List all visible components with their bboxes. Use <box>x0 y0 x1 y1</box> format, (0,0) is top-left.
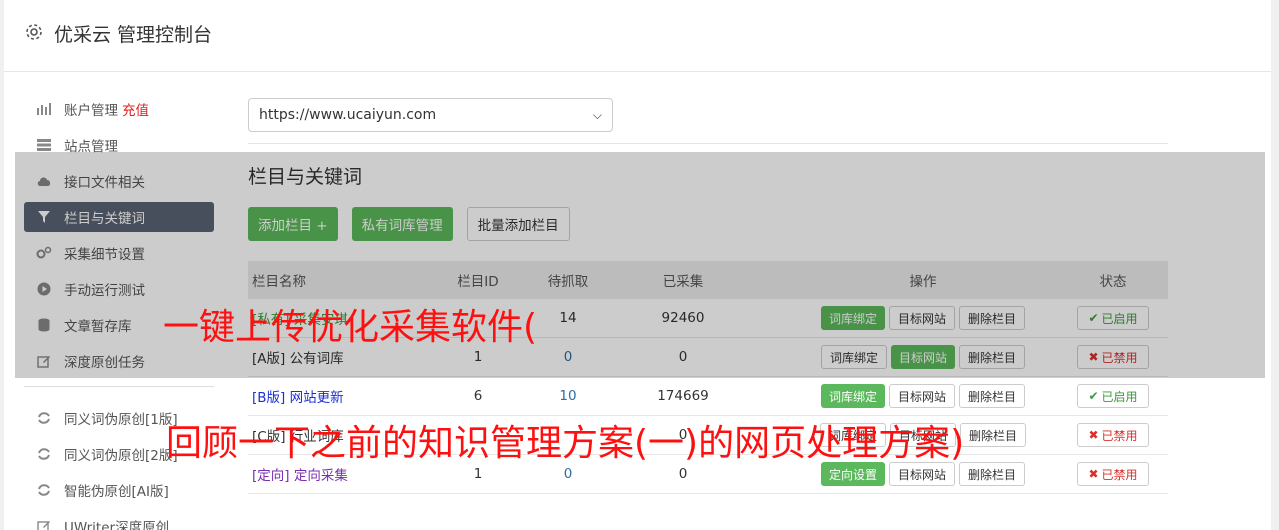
status-toggle[interactable]: ✔ 已启用 <box>1077 384 1149 408</box>
row-ops: 词库绑定 目标网站 删除栏目 <box>748 384 1058 408</box>
column-name[interactable]: [B版] 网站更新 <box>248 386 438 406</box>
sidebar-item-ai-rewrite[interactable]: 智能伪原创[AI版] <box>24 475 214 505</box>
bind-lexicon-button[interactable]: 词库绑定 <box>820 384 885 408</box>
row-status: ✖ 已禁用 <box>1058 423 1168 447</box>
recharge-link[interactable]: 充值 <box>122 99 149 119</box>
gear-icon <box>26 24 42 40</box>
delete-column-button[interactable]: 删除栏目 <box>959 384 1026 408</box>
check-icon: ✔ <box>1088 389 1099 403</box>
bar-chart-icon <box>36 101 52 117</box>
sidebar-divider <box>24 386 214 387</box>
content-divider <box>248 143 1168 144</box>
column-done: 0 <box>678 466 688 482</box>
chevron-down-icon: ⌵ <box>592 107 602 122</box>
column-id: 6 <box>473 388 483 404</box>
column-label: 定向采集 <box>293 468 348 484</box>
refresh-icon <box>36 482 52 498</box>
status-label: 已禁用 <box>1101 428 1138 443</box>
column-label: 网站更新 <box>289 390 344 406</box>
sidebar-item-label: UWriter深度原创 <box>64 520 170 530</box>
site-select[interactable]: https://www.ucaiyun.com ⌵ <box>248 98 613 132</box>
column-pending: 0 <box>563 466 573 482</box>
sidebar-item-account[interactable]: 账户管理 充值 <box>24 94 214 124</box>
column-done: 174669 <box>657 388 709 404</box>
delete-column-button[interactable]: 删除栏目 <box>959 462 1026 486</box>
sidebar-item-label: 同义词伪原创[1版] <box>64 412 178 428</box>
delete-column-button[interactable]: 删除栏目 <box>960 423 1027 447</box>
close-icon: ✖ <box>1088 428 1099 442</box>
column-name[interactable]: [定向] 定向采集 <box>248 464 438 484</box>
server-icon <box>36 137 52 153</box>
table-row: [B版] 网站更新 6 10 174669 词库绑定 目标网站 删除栏目 ✔ 已启… <box>248 377 1168 416</box>
column-pending: 10 <box>559 388 577 404</box>
status-label: 已禁用 <box>1101 467 1138 482</box>
top-bar: 优采云 管理控制台 <box>4 0 1271 72</box>
column-id: 1 <box>473 466 483 482</box>
status-label: 已启用 <box>1101 389 1138 404</box>
edit-icon <box>36 518 52 530</box>
sidebar-item-label: 账户管理 <box>64 103 118 119</box>
watermark-line-1: 一键上传优化采集软件( <box>163 307 538 348</box>
column-tag: [B版] <box>252 390 286 406</box>
close-icon: ✖ <box>1088 467 1099 481</box>
sidebar-item-label: 智能伪原创[AI版] <box>64 484 169 500</box>
target-site-button[interactable]: 目标网站 <box>888 384 955 408</box>
site-select-value: https://www.ucaiyun.com <box>259 107 437 123</box>
sidebar-item-label: 同义词伪原创[2版] <box>64 448 178 464</box>
status-toggle[interactable]: ✖ 已禁用 <box>1077 462 1149 486</box>
page-title: 优采云 管理控制台 <box>54 24 213 46</box>
refresh-icon <box>36 410 52 426</box>
row-status: ✖ 已禁用 <box>1058 462 1168 486</box>
watermark-line-2: 回顾一下之前的知识管理方案(一)的网页处理方案) <box>166 423 965 464</box>
status-toggle[interactable]: ✖ 已禁用 <box>1077 423 1149 447</box>
refresh-icon <box>36 446 52 462</box>
column-tag: [定向] <box>252 468 290 484</box>
sidebar-item-uwriter[interactable]: UWriter深度原创 <box>24 511 214 530</box>
row-status: ✔ 已启用 <box>1058 384 1168 408</box>
